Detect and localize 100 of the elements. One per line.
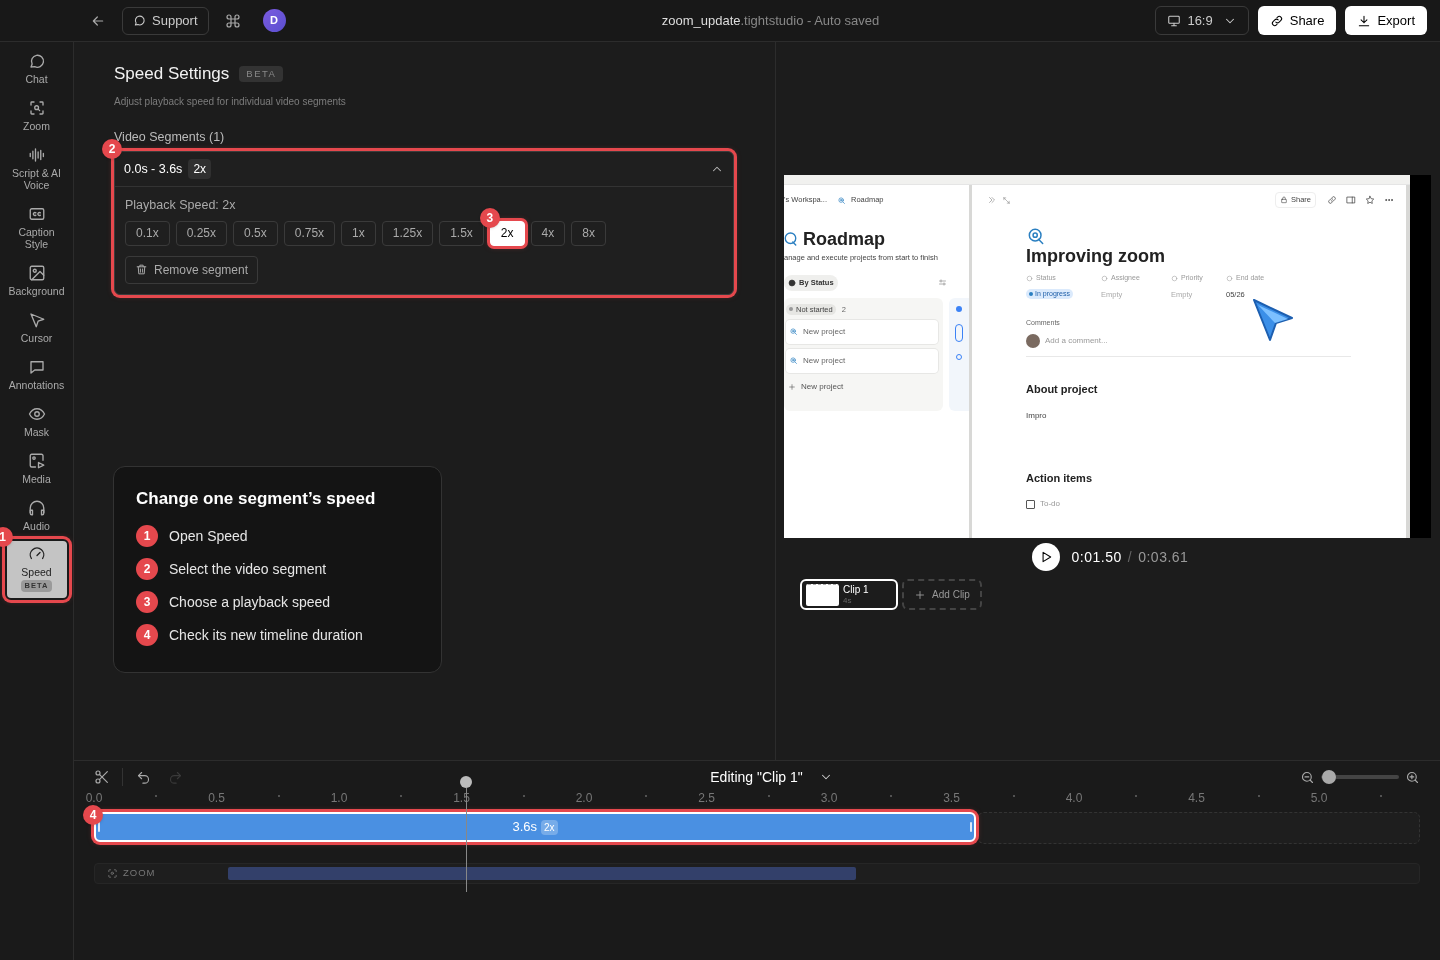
- support-button[interactable]: Support: [122, 6, 209, 35]
- ruler-label: 3.0: [820, 790, 838, 807]
- speed-option[interactable]: 4x: [530, 220, 566, 246]
- sidebar-item[interactable]: Script & AI Voice: [4, 139, 69, 198]
- speed-option[interactable]: 0.5x: [233, 220, 278, 246]
- sliders-icon[interactable]: [938, 278, 947, 288]
- speed-option[interactable]: 0.75x: [283, 220, 336, 246]
- ruler-label: 0.0: [85, 790, 103, 807]
- zoom-icon: [107, 868, 118, 879]
- sidebar-item[interactable]: Annotations: [4, 351, 69, 398]
- speed-option[interactable]: 0.25x: [175, 220, 228, 246]
- ruler-label: 4.0: [1065, 790, 1083, 807]
- captions-icon: [27, 205, 46, 223]
- panel-icon[interactable]: [1346, 195, 1356, 205]
- clip-editing-title: Editing "Clip 1": [710, 767, 803, 787]
- sidebar-item[interactable]: Cursor: [4, 304, 69, 351]
- command-icon[interactable]: [224, 12, 241, 29]
- ruler-label: 1.0: [330, 790, 348, 807]
- board-card[interactable]: New project: [786, 348, 938, 373]
- share-button[interactable]: Share: [1257, 6, 1337, 35]
- plus-icon: [914, 588, 927, 601]
- time-separator: /: [1127, 548, 1133, 565]
- step-number-badge: 4: [83, 805, 103, 825]
- thumbnail-image: [806, 583, 839, 606]
- undo-icon[interactable]: [136, 769, 151, 785]
- trim-handle[interactable]: [970, 822, 972, 832]
- slider-thumb[interactable]: [1321, 770, 1336, 784]
- file-title: zoom_update.tightstudio - Auto saved: [661, 11, 880, 30]
- clip-name: Clip 1: [843, 583, 869, 595]
- speech-bubble-icon: [27, 52, 46, 70]
- link-icon[interactable]: [1327, 195, 1337, 205]
- current-time: 0:01.50: [1071, 548, 1122, 565]
- ruler-label: 5.0: [1310, 790, 1328, 807]
- target-icon: [789, 327, 798, 337]
- play-button[interactable]: [1031, 543, 1060, 571]
- speed-option[interactable]: 8x: [571, 220, 606, 246]
- speech-bubble-icon: [133, 13, 147, 28]
- section-heading: Action items: [1026, 470, 1093, 486]
- segment-range: 0.0s - 3.6s: [124, 160, 183, 178]
- plus-icon: [788, 382, 796, 391]
- sidebar-item[interactable]: Caption Style: [4, 198, 69, 257]
- beta-badge: BETA: [239, 65, 284, 82]
- step-number-badge: 3: [479, 208, 500, 228]
- ruler-label: 3.5: [943, 790, 960, 807]
- guide-title: Change one segment’s speed: [136, 487, 377, 510]
- ruler-label: 0.5: [208, 790, 225, 807]
- step-number-badge: 3: [136, 591, 158, 613]
- step-text: Open Speed: [169, 526, 248, 546]
- property-icon: [1226, 274, 1233, 282]
- property-icon: [1171, 274, 1178, 282]
- step-text: Check its new timeline duration: [169, 625, 363, 645]
- panel-title: Speed Settings: [114, 63, 230, 85]
- sidebar-item[interactable]: Mask: [4, 398, 69, 445]
- sidebar-item[interactable]: Chat: [4, 45, 69, 92]
- trim-handle[interactable]: [98, 822, 100, 832]
- ruler-label: 2.5: [698, 790, 715, 807]
- trash-icon: [135, 263, 148, 276]
- monitor-icon: [1167, 13, 1182, 28]
- property-icon: [1101, 274, 1108, 282]
- zoom-slider[interactable]: [1321, 770, 1399, 784]
- media-icon: [27, 452, 46, 470]
- ruler-label: 2.0: [575, 790, 593, 807]
- lock-icon: [1280, 196, 1288, 204]
- speed-option[interactable]: 0.1x: [125, 220, 170, 246]
- playback-speed-label: Playback Speed: 2x: [125, 197, 237, 215]
- add-clip-button[interactable]: Add Clip: [902, 579, 982, 610]
- avatar: [1026, 334, 1040, 349]
- comment-icon: [27, 358, 46, 376]
- export-button[interactable]: Export: [1345, 6, 1427, 35]
- speed-option[interactable]: 1x: [341, 220, 376, 246]
- sidebar-item[interactable]: Media: [4, 445, 69, 492]
- user-avatar[interactable]: D: [262, 9, 286, 32]
- speed-option[interactable]: 1.25x: [381, 220, 434, 246]
- sidebar-item[interactable]: Zoom: [4, 92, 69, 139]
- link-icon: [1269, 13, 1284, 28]
- headphones-icon: [27, 499, 46, 517]
- zoom-icon: [27, 99, 46, 117]
- track-label: ZOOM: [123, 866, 156, 881]
- eye-icon: [27, 405, 46, 423]
- step-text: Select the video segment: [169, 559, 327, 579]
- zoom-out-icon[interactable]: [1300, 769, 1315, 785]
- step-number-badge: 1: [136, 525, 158, 547]
- new-card-button[interactable]: New project: [786, 380, 941, 393]
- aspect-ratio-dropdown[interactable]: 16:9: [1155, 6, 1249, 35]
- board-card[interactable]: New project: [786, 319, 938, 344]
- speed-badge: 2x: [541, 819, 558, 835]
- star-icon[interactable]: [1365, 195, 1375, 205]
- scissors-icon[interactable]: [94, 769, 110, 785]
- zoom-in-icon[interactable]: [1405, 769, 1420, 785]
- step-number-badge: 1: [0, 527, 13, 547]
- remove-segment-button[interactable]: Remove segment: [125, 255, 259, 284]
- total-duration: 0:03.61: [1138, 548, 1189, 565]
- target-icon: [1026, 226, 1046, 246]
- cursor-icon: [27, 311, 46, 329]
- page-title: Roadmap: [803, 229, 885, 249]
- image-icon: [27, 264, 46, 282]
- property-icon: [1026, 274, 1033, 282]
- target-icon: [789, 356, 798, 366]
- ruler-label: 4.5: [1188, 790, 1205, 807]
- sidebar-item[interactable]: Background: [4, 257, 69, 304]
